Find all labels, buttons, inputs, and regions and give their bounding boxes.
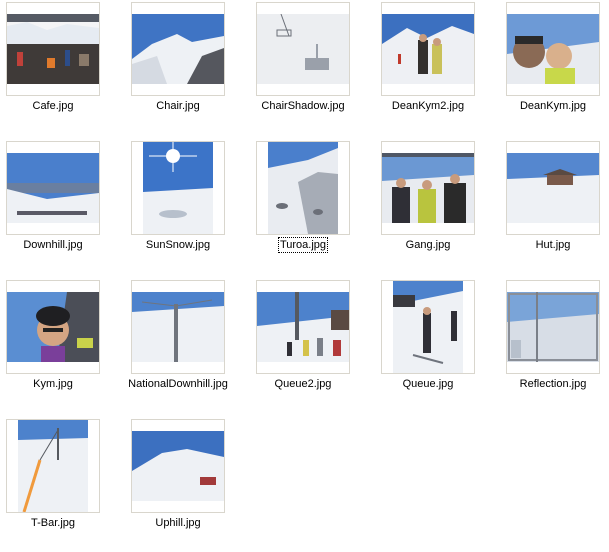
shadow-photo-icon	[257, 14, 349, 84]
thumbnail-frame	[6, 141, 100, 235]
file-name-label: Downhill.jpg	[23, 239, 83, 251]
gang-photo-icon	[382, 153, 474, 223]
file-item-queue2[interactable]: Queue2.jpg	[250, 278, 375, 413]
file-name-label: Chair.jpg	[156, 100, 200, 112]
file-item-downhill[interactable]: Downhill.jpg	[0, 139, 125, 274]
file-name-label: Queue2.jpg	[274, 378, 332, 390]
file-name-label: Queue.jpg	[402, 378, 454, 390]
thumbnail-frame	[6, 419, 100, 513]
thumbnail-frame	[6, 2, 100, 96]
reflect-photo-icon	[507, 292, 599, 362]
file-item-kym[interactable]: Kym.jpg	[0, 278, 125, 413]
cafe-photo-icon	[7, 14, 99, 84]
file-name-label: Turoa.jpg	[277, 237, 329, 253]
thumbnail-frame	[506, 280, 600, 374]
file-item-chair[interactable]: Chair.jpg	[125, 0, 250, 135]
file-name-label: SunSnow.jpg	[145, 239, 211, 251]
file-name-label: DeanKym2.jpg	[391, 100, 465, 112]
file-item-reflection[interactable]: Reflection.jpg	[500, 278, 609, 413]
thumbnail-frame	[256, 141, 350, 235]
queue-photo-icon	[393, 281, 463, 373]
thumbnail-frame	[131, 141, 225, 235]
turoa-photo-icon	[268, 142, 338, 234]
lift-photo-icon	[132, 292, 224, 362]
queue2-photo-icon	[257, 292, 349, 362]
mountain-photo-icon	[132, 14, 224, 84]
file-name-label: Gang.jpg	[405, 239, 451, 251]
selfie-photo-icon	[507, 14, 599, 84]
file-item-deankym[interactable]: DeanKym.jpg	[500, 0, 609, 135]
file-item-uphill[interactable]: Uphill.jpg	[125, 417, 250, 552]
uphill-photo-icon	[132, 431, 224, 501]
file-item-hut[interactable]: Hut.jpg	[500, 139, 609, 274]
file-name-label: ChairShadow.jpg	[261, 100, 345, 112]
file-item-cafe[interactable]: Cafe.jpg	[0, 0, 125, 135]
file-name-label: Hut.jpg	[535, 239, 571, 251]
file-item-gang[interactable]: Gang.jpg	[375, 139, 500, 274]
sun-photo-icon	[143, 142, 213, 234]
thumbnail-frame	[381, 280, 475, 374]
thumbnail-frame	[381, 141, 475, 235]
file-item-sunsnow[interactable]: SunSnow.jpg	[125, 139, 250, 274]
file-name-label: Cafe.jpg	[32, 100, 74, 112]
thumbnail-frame	[256, 280, 350, 374]
file-item-queue[interactable]: Queue.jpg	[375, 278, 500, 413]
thumbnail-frame	[131, 2, 225, 96]
file-name-label: NationalDownhill.jpg	[128, 378, 228, 390]
file-item-chairshadow[interactable]: ChairShadow.jpg	[250, 0, 375, 135]
thumbnail-frame	[6, 280, 100, 374]
people-photo-icon	[382, 14, 474, 84]
file-name-label: T-Bar.jpg	[30, 517, 76, 529]
hut-photo-icon	[507, 153, 599, 223]
file-name-label: Uphill.jpg	[155, 517, 201, 529]
file-thumbnail-view: Cafe.jpg Chair.jpg ChairShadow.jpg DeanK…	[0, 0, 609, 536]
thumbnail-frame	[506, 141, 600, 235]
thumbnail-frame	[256, 2, 350, 96]
thumbnail-frame	[131, 419, 225, 513]
file-item-turoa[interactable]: Turoa.jpg	[250, 139, 375, 274]
file-item-deankym2[interactable]: DeanKym2.jpg	[375, 0, 500, 135]
downhill-photo-icon	[7, 153, 99, 223]
kym-photo-icon	[7, 292, 99, 362]
thumbnail-frame	[131, 280, 225, 374]
thumbnail-frame	[381, 2, 475, 96]
file-name-label: DeanKym.jpg	[519, 100, 587, 112]
thumbnail-frame	[506, 2, 600, 96]
file-item-nationaldownhill[interactable]: NationalDownhill.jpg	[125, 278, 250, 413]
tbar-photo-icon	[18, 420, 88, 512]
file-name-label: Kym.jpg	[33, 378, 73, 390]
file-item-tbar[interactable]: T-Bar.jpg	[0, 417, 125, 552]
file-name-label: Reflection.jpg	[519, 378, 587, 390]
